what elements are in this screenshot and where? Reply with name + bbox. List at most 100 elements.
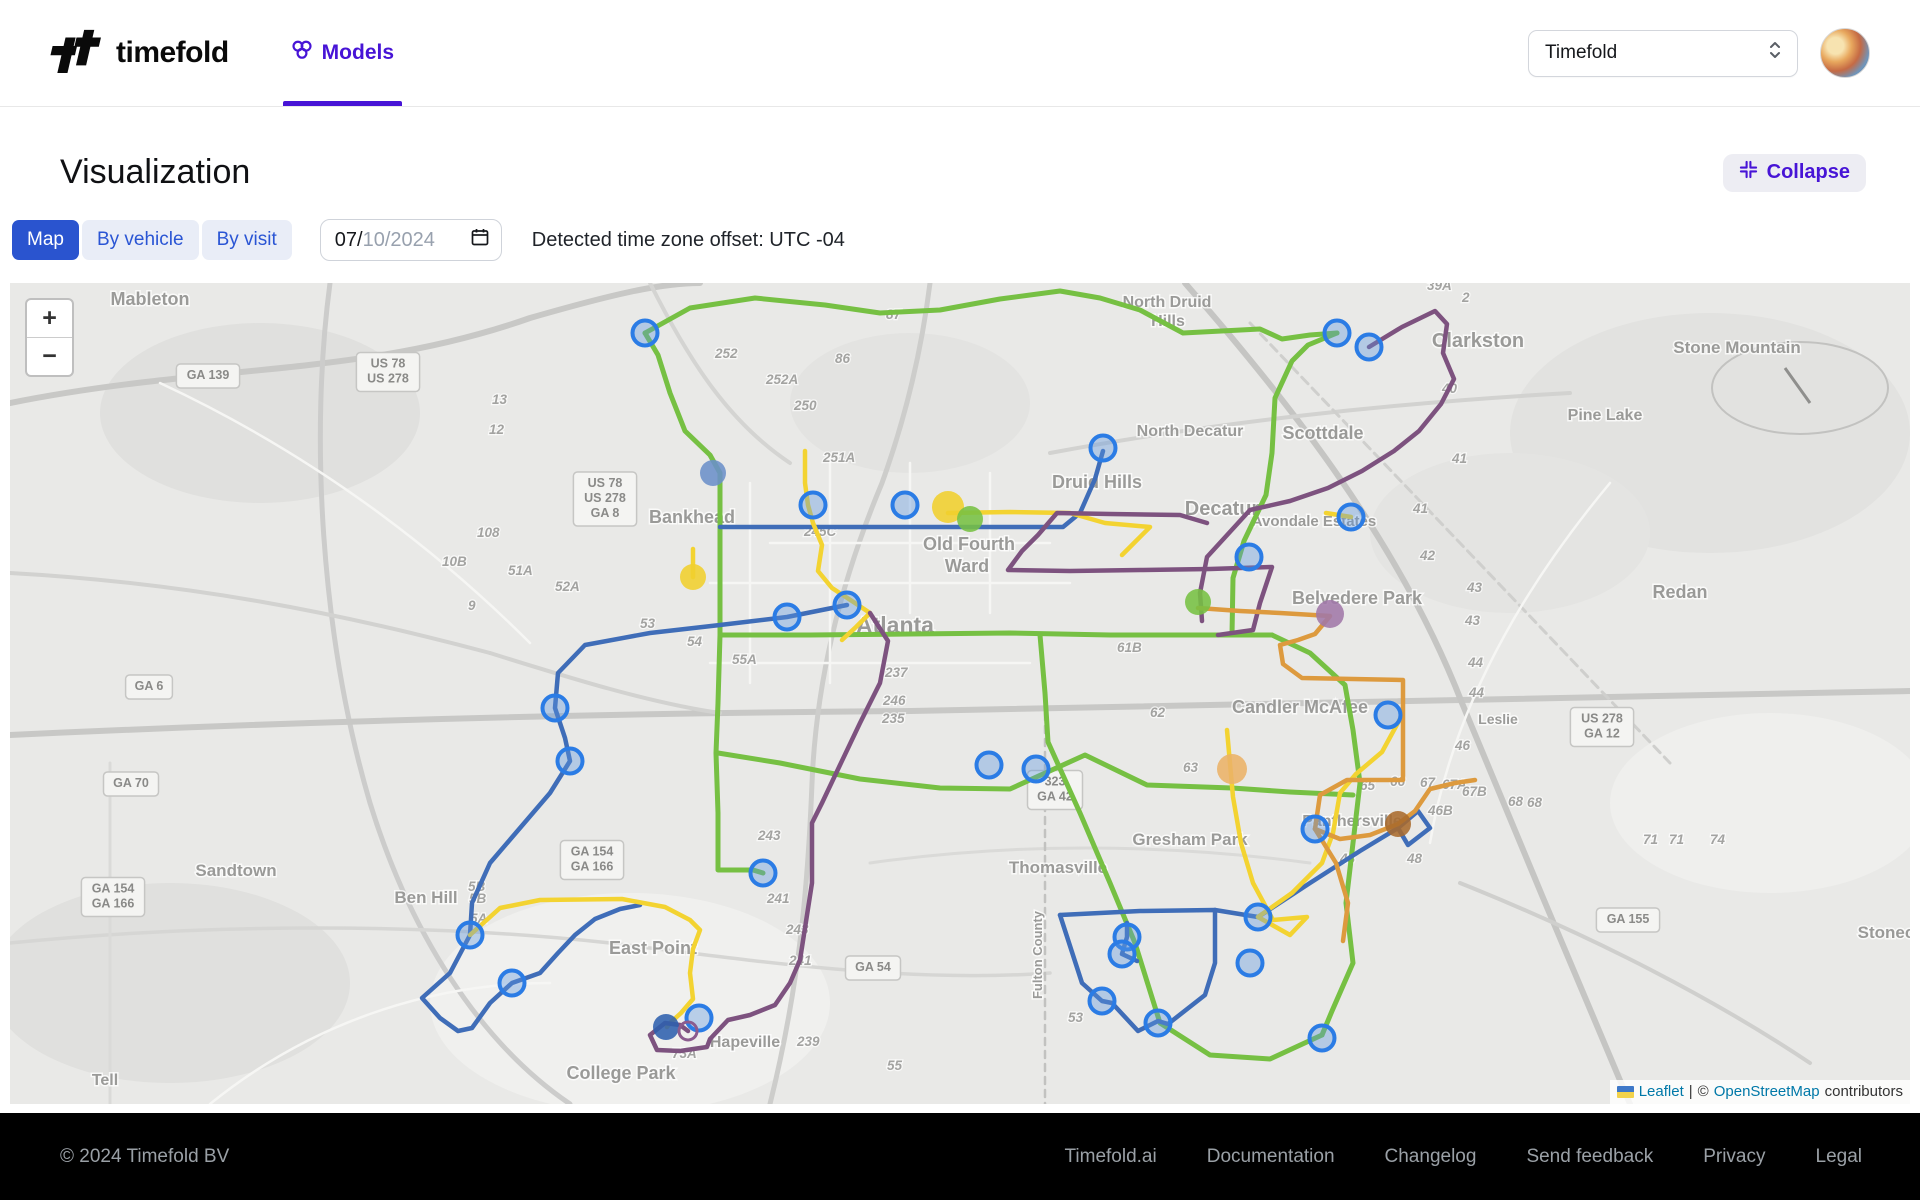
visit-marker[interactable] [893, 493, 918, 518]
visit-marker[interactable] [1237, 545, 1262, 570]
zoom-in-button[interactable]: + [27, 300, 72, 338]
svg-text:GA 154: GA 154 [92, 882, 135, 896]
visit-marker[interactable] [687, 1006, 712, 1031]
exit-number-label: 43 [1464, 613, 1481, 628]
date-input[interactable]: 07/10/2024 [320, 219, 502, 261]
exit-number-label: 62 [1150, 705, 1166, 720]
svg-text:GA 166: GA 166 [571, 860, 614, 874]
nav-item-models[interactable]: Models [291, 0, 394, 106]
route-line[interactable] [1315, 829, 1348, 941]
road-shield: GA 139 [176, 364, 239, 388]
footer-link-documentation[interactable]: Documentation [1207, 1146, 1335, 1168]
svg-text:GA 12: GA 12 [1584, 727, 1620, 741]
zoom-out-button[interactable]: − [27, 338, 72, 375]
visit-marker[interactable] [775, 605, 800, 630]
view-tabs: Map By vehicle By visit [12, 220, 292, 260]
exit-number-label: 108 [477, 525, 500, 540]
map-place-label: Fulton County [1030, 910, 1045, 999]
zoom-control: + − [25, 298, 74, 377]
footer-link-timefold-ai[interactable]: Timefold.ai [1065, 1146, 1157, 1168]
vehicle-dot-marker[interactable] [653, 1014, 679, 1040]
visit-marker[interactable] [1357, 335, 1382, 360]
map-place-label: Hapeville [710, 1034, 780, 1051]
visit-marker[interactable] [543, 696, 568, 721]
visit-marker[interactable] [1238, 951, 1263, 976]
visit-marker[interactable] [1110, 942, 1135, 967]
route-line[interactable] [1198, 608, 1403, 829]
vehicle-dot-marker[interactable] [1217, 754, 1247, 784]
footer-link-changelog[interactable]: Changelog [1385, 1146, 1477, 1168]
leaflet-map[interactable]: GA 139US 78US 278US 78US 278GA 8GA 6GA 7… [10, 283, 1910, 1104]
exit-number-label: 48 [1406, 851, 1423, 866]
exit-number-label: 44 [1467, 655, 1484, 670]
road-shield: GA 155 [1596, 908, 1659, 932]
visit-marker[interactable] [1325, 321, 1350, 346]
workspace-select-value: Timefold [1545, 42, 1617, 64]
map-place-label: Belvedere Park [1292, 588, 1423, 608]
user-avatar[interactable] [1820, 28, 1870, 78]
svg-text:US 278: US 278 [1581, 712, 1623, 726]
nav-item-label: Models [322, 41, 394, 65]
visit-marker[interactable] [1024, 757, 1049, 782]
road-shield: GA 70 [104, 772, 159, 796]
route-line[interactable] [645, 333, 763, 873]
footer-link-send-feedback[interactable]: Send feedback [1526, 1146, 1653, 1168]
chevron-up-down-icon [1767, 40, 1783, 66]
map-place-label: Ben Hill [394, 888, 457, 907]
brand-wordmark: timefold [116, 36, 229, 70]
visit-marker[interactable] [458, 923, 483, 948]
exit-number-label: 12 [489, 422, 505, 437]
visit-marker[interactable] [1090, 989, 1115, 1014]
workspace-select[interactable]: Timefold [1528, 30, 1798, 77]
visit-marker[interactable] [801, 493, 826, 518]
vehicle-dot-marker[interactable] [1385, 811, 1411, 837]
collapse-button[interactable]: Collapse [1723, 154, 1866, 192]
visit-marker[interactable] [1376, 703, 1401, 728]
footer-link-legal[interactable]: Legal [1816, 1146, 1863, 1168]
tab-by-vehicle[interactable]: By vehicle [82, 220, 199, 260]
attribution-separator: | [1689, 1083, 1693, 1100]
vehicle-dot-marker[interactable] [700, 460, 726, 486]
footer-link-privacy[interactable]: Privacy [1703, 1146, 1765, 1168]
osm-link[interactable]: OpenStreetMap [1714, 1083, 1820, 1100]
visit-marker[interactable] [1091, 436, 1116, 461]
exit-number-label: 44 [1468, 685, 1485, 700]
visit-marker[interactable] [835, 593, 860, 618]
map-attribution: Leaflet | © OpenStreetMap contributors [1610, 1080, 1910, 1104]
exit-number-label: 52A [555, 579, 580, 594]
map-place-label: East Point [609, 938, 697, 958]
exit-number-label: 241 [766, 891, 790, 906]
brand[interactable]: timefold [48, 24, 229, 83]
visit-marker[interactable] [500, 971, 525, 996]
road-shield: US 78US 278 [356, 353, 419, 392]
visit-marker[interactable] [977, 753, 1002, 778]
vehicle-dot-marker[interactable] [1185, 589, 1211, 615]
vehicle-dot-marker[interactable] [1316, 600, 1344, 628]
map-place-label: Redan [1652, 582, 1707, 602]
vehicle-dot-marker[interactable] [680, 564, 706, 590]
exit-number-label: 13 [492, 392, 508, 407]
vehicle-dot-marker[interactable] [957, 506, 983, 532]
exit-number-label: 239 [796, 1034, 820, 1049]
tab-by-visit[interactable]: By visit [202, 220, 292, 260]
timefold-logo-icon [48, 24, 102, 83]
visit-marker[interactable] [1339, 505, 1364, 530]
exit-number-label: 67B [1462, 784, 1487, 799]
visit-marker[interactable] [751, 861, 776, 886]
map-canvas: GA 139US 78US 278US 78US 278GA 8GA 6GA 7… [10, 283, 1910, 1104]
leaflet-link[interactable]: Leaflet [1639, 1083, 1684, 1100]
exit-number-label: 61B [1117, 640, 1142, 655]
visit-marker[interactable] [558, 749, 583, 774]
calendar-icon[interactable] [471, 228, 489, 252]
visit-marker[interactable] [633, 321, 658, 346]
route-line[interactable] [645, 291, 1337, 339]
visit-marker[interactable] [1310, 1026, 1335, 1051]
visit-marker[interactable] [1246, 905, 1271, 930]
tab-map[interactable]: Map [12, 220, 79, 260]
top-navbar: timefold Models Timefold [0, 0, 1920, 107]
map-place-label: Stonecre [1858, 923, 1910, 942]
visit-marker[interactable] [1303, 817, 1328, 842]
map-place-label: Thomasville [1009, 858, 1107, 877]
visit-marker[interactable] [1146, 1011, 1171, 1036]
route-line[interactable] [720, 633, 1272, 635]
